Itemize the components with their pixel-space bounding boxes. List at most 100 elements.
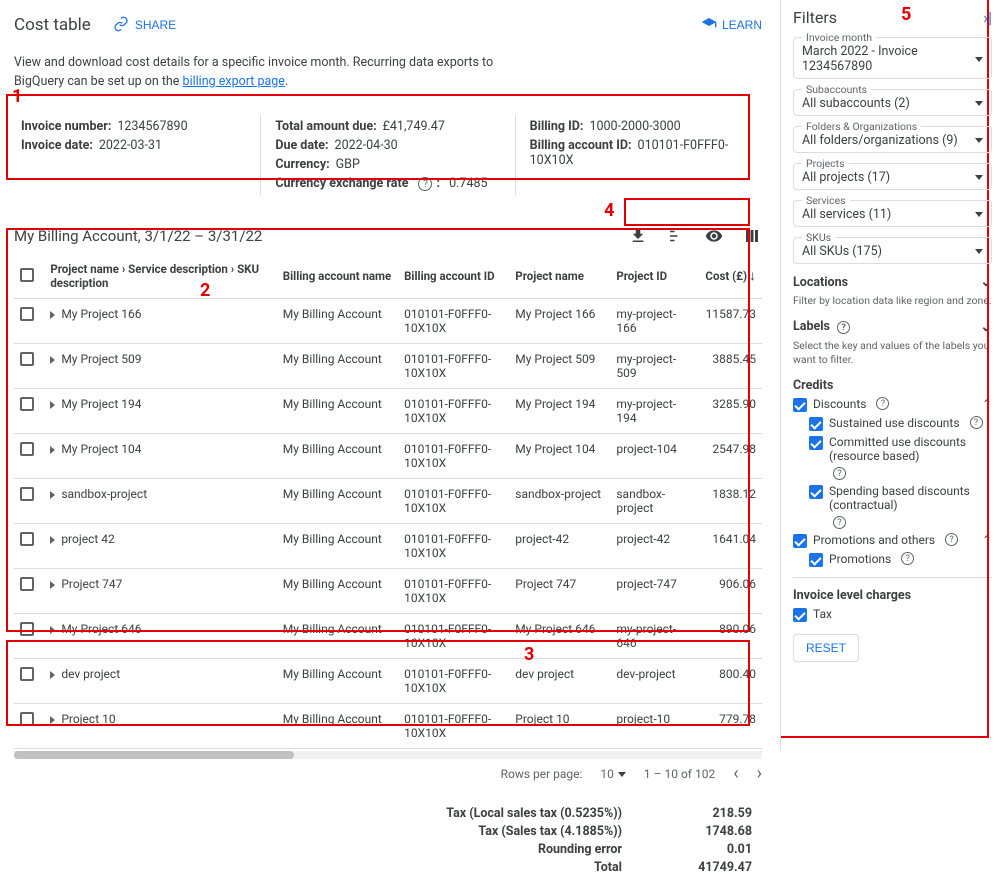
services-select[interactable]: Services All services (11) [793, 200, 992, 227]
table-row[interactable]: Project 747My Billing Account010101-F0FF… [14, 569, 762, 614]
collapse-panel-icon[interactable]: ›| [983, 8, 992, 27]
col-billing-account-id[interactable]: Billing account ID [398, 254, 509, 299]
billing-export-link[interactable]: billing export page [183, 74, 285, 89]
expand-icon[interactable] [50, 581, 55, 589]
expand-icon[interactable] [50, 491, 55, 499]
discounts-checkbox[interactable]: Discounts?⌃ [793, 397, 992, 412]
row-checkbox[interactable] [20, 397, 34, 411]
help-icon[interactable]: ? [945, 533, 958, 546]
labels-section[interactable]: Labels ?⌄ [793, 319, 992, 335]
chevron-down-icon [618, 772, 626, 777]
locations-section[interactable]: Locations⌄ [793, 274, 992, 290]
col-project-name[interactable]: Project name [509, 254, 610, 299]
col-billing-account-name[interactable]: Billing account name [277, 254, 398, 299]
promotions-others-checkbox[interactable]: Promotions and others?⌃ [793, 533, 992, 548]
promotions-checkbox[interactable]: Promotions? [809, 552, 992, 567]
col-project-hierarchy[interactable]: Project name › Service description › SKU… [44, 254, 276, 299]
expand-icon[interactable] [50, 716, 55, 724]
tax-checkbox[interactable]: Tax [793, 607, 992, 622]
committed-use-checkbox[interactable]: Committed use discounts (resource based) [809, 435, 992, 463]
skus-select[interactable]: SKUs All SKUs (175) [793, 237, 992, 264]
projects-select[interactable]: Projects All projects (17) [793, 163, 992, 190]
share-button[interactable]: SHARE [113, 16, 176, 35]
row-checkbox[interactable] [20, 577, 34, 591]
row-checkbox[interactable] [20, 712, 34, 726]
row-checkbox[interactable] [20, 532, 34, 546]
help-icon[interactable]: ? [970, 416, 983, 429]
expand-icon[interactable] [50, 401, 55, 409]
rows-per-page-select[interactable]: 10 [600, 767, 626, 781]
row-project-hierarchy: project 42 [61, 532, 114, 546]
row-billing-account-name: My Billing Account [277, 344, 398, 389]
download-icon[interactable] [628, 226, 648, 246]
row-checkbox[interactable] [20, 487, 34, 501]
row-project-hierarchy: My Project 104 [61, 442, 141, 456]
table-row[interactable]: dev projectMy Billing Account010101-F0FF… [14, 659, 762, 704]
collapse-rows-icon[interactable] [666, 226, 686, 246]
row-cost: 906.06 [691, 569, 762, 614]
expand-icon[interactable] [50, 626, 55, 634]
row-billing-account-id: 010101-F0FFF0-10X10X [398, 344, 509, 389]
row-checkbox[interactable] [20, 307, 34, 321]
col-project-id[interactable]: Project ID [610, 254, 691, 299]
row-project-id: project-747 [610, 569, 691, 614]
annotation-3: 3 [524, 644, 534, 665]
chevron-down-icon: ⌄ [980, 319, 992, 335]
table-row[interactable]: My Project 166My Billing Account010101-F… [14, 299, 762, 344]
invoice-month-select[interactable]: Invoice month March 2022 - Invoice 12345… [793, 37, 992, 79]
expand-icon[interactable] [50, 311, 55, 319]
horizontal-scrollbar[interactable] [14, 751, 762, 759]
col-cost[interactable]: Cost (£)↓ [691, 254, 762, 299]
next-page-button[interactable]: › [757, 765, 762, 783]
subaccounts-select[interactable]: Subaccounts All subaccounts (2) [793, 89, 992, 116]
visibility-icon[interactable] [704, 226, 724, 246]
sustained-use-checkbox[interactable]: Sustained use discounts? [809, 416, 992, 431]
annotation-4: 4 [604, 200, 614, 221]
row-billing-account-id: 010101-F0FFF0-10X10X [398, 299, 509, 344]
prev-page-button[interactable]: ‹ [733, 765, 738, 783]
labels-hint: Select the key and values of the labels … [793, 339, 992, 368]
chevron-up-icon: ⌃ [982, 533, 992, 547]
rows-per-page-label: Rows per page: [501, 767, 583, 781]
help-icon[interactable]: ? [901, 552, 914, 565]
expand-icon[interactable] [50, 356, 55, 364]
select-all-checkbox[interactable] [20, 268, 34, 282]
expand-icon[interactable] [50, 536, 55, 544]
link-icon [113, 16, 129, 35]
row-billing-account-name: My Billing Account [277, 659, 398, 704]
spending-based-checkbox[interactable]: Spending based discounts (contractual) [809, 484, 992, 512]
help-icon[interactable]: ? [418, 177, 432, 191]
row-checkbox[interactable] [20, 442, 34, 456]
table-row[interactable]: My Project 194My Billing Account010101-F… [14, 389, 762, 434]
row-checkbox[interactable] [20, 352, 34, 366]
reset-button[interactable]: RESET [793, 634, 859, 662]
help-icon[interactable]: ? [833, 467, 846, 480]
row-project-id: my-project-166 [610, 299, 691, 344]
row-billing-account-name: My Billing Account [277, 569, 398, 614]
table-row[interactable]: sandbox-projectMy Billing Account010101-… [14, 479, 762, 524]
due-date: 2022-04-30 [335, 138, 398, 153]
page-title: Cost table [14, 15, 91, 35]
table-row[interactable]: My Project 646My Billing Account010101-F… [14, 614, 762, 659]
help-icon[interactable]: ? [876, 397, 889, 410]
row-project-hierarchy: Project 747 [61, 577, 122, 591]
table-row[interactable]: project 42My Billing Account010101-F0FFF… [14, 524, 762, 569]
row-checkbox[interactable] [20, 622, 34, 636]
help-icon[interactable]: ? [833, 516, 846, 529]
expand-icon[interactable] [50, 671, 55, 679]
annotation-1: 1 [12, 86, 22, 107]
folders-select[interactable]: Folders & Organizations All folders/orga… [793, 126, 992, 153]
row-project-id: project-104 [610, 434, 691, 479]
learn-button[interactable]: LEARN [701, 16, 762, 35]
row-cost: 779.78 [691, 704, 762, 749]
help-icon[interactable]: ? [837, 321, 850, 334]
table-row[interactable]: My Project 509My Billing Account010101-F… [14, 344, 762, 389]
table-row[interactable]: My Project 104My Billing Account010101-F… [14, 434, 762, 479]
columns-icon[interactable] [742, 226, 762, 246]
expand-icon[interactable] [50, 446, 55, 454]
row-cost: 3885.45 [691, 344, 762, 389]
row-checkbox[interactable] [20, 667, 34, 681]
filters-title: Filters [793, 8, 837, 27]
invoice-number: 1234567890 [117, 119, 187, 134]
table-row[interactable]: Project 10My Billing Account010101-F0FFF… [14, 704, 762, 749]
